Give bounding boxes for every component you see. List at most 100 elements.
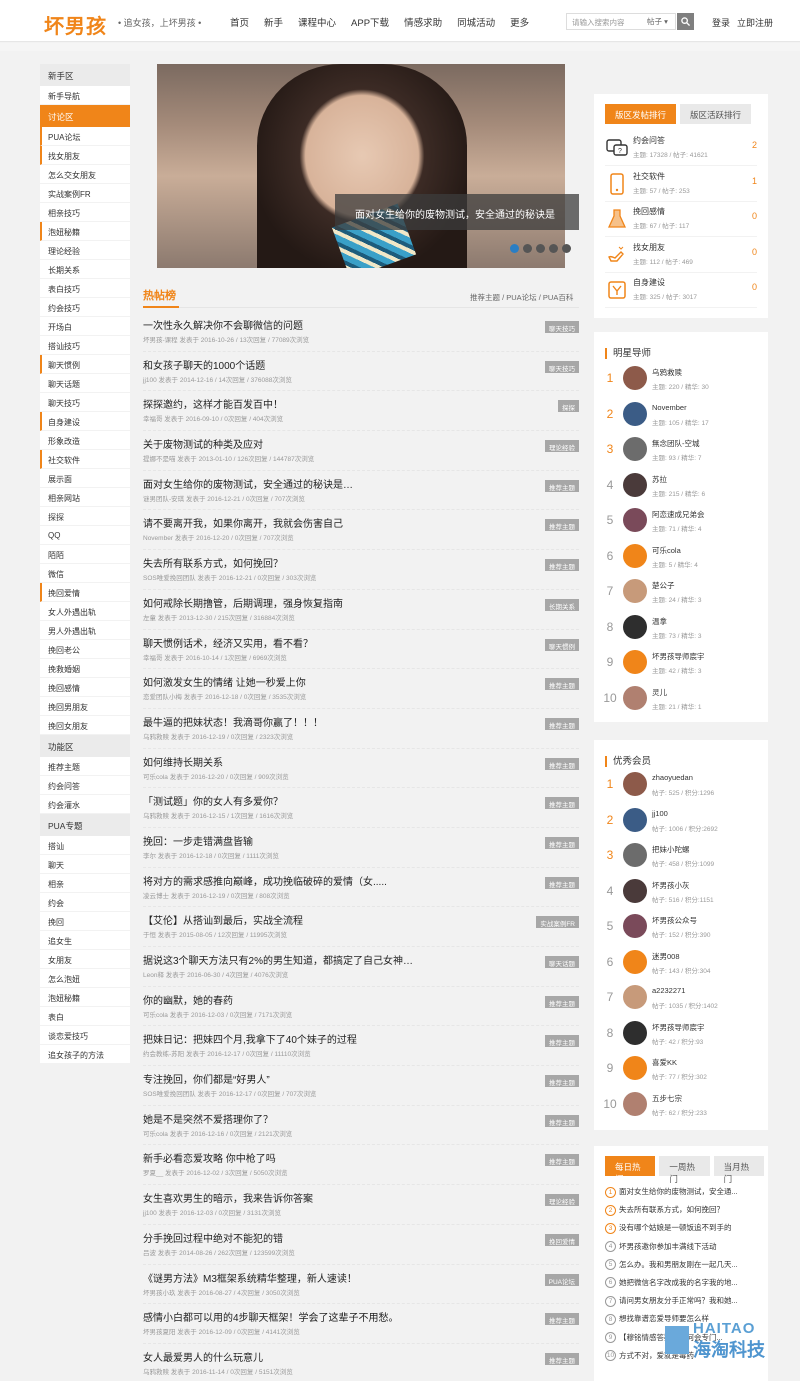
thread-title[interactable]: 面对女生给你的废物测试，安全通过的秘诀是… (143, 476, 353, 491)
thread-title[interactable]: 聊天惯例话术，经济又实用，看不看？ (143, 635, 313, 650)
sidebar-item[interactable]: 聊天 (40, 855, 130, 874)
sidebar-item[interactable]: 聊天技巧 (40, 393, 130, 412)
hot-item-title[interactable]: 她把微信名字改成我的名字我的地... (619, 1278, 738, 1287)
user-row[interactable]: 10 灵儿 主题: 21 / 精华: 1 (602, 682, 762, 718)
sidebar-item[interactable]: PUA论坛 (40, 127, 130, 146)
tab-daily-hot[interactable]: 每日热门 (605, 1156, 656, 1184)
thread-tag[interactable]: 推荐主题 (545, 1352, 579, 1365)
thread-tag[interactable]: 推荐主题 (545, 1035, 579, 1048)
user-name[interactable]: November (652, 403, 687, 412)
nav-help[interactable]: 情感求助 (404, 15, 442, 29)
sidebar-item[interactable]: 表白 (40, 1007, 130, 1026)
thread-title[interactable]: 她是不是突然不爱搭理你了？ (143, 1111, 273, 1126)
nav-newbie[interactable]: 新手 (264, 15, 283, 29)
sidebar-item[interactable]: 挽回 (40, 912, 130, 931)
sidebar-item[interactable]: 约会 (40, 893, 130, 912)
user-row[interactable]: 2 jj100 帖子: 1006 / 积分:2692 (602, 804, 762, 840)
thread-title[interactable]: 如何维持长期关系 (143, 754, 223, 769)
user-name[interactable]: 迷男008 (652, 951, 680, 962)
board-name[interactable]: 挽回感情 (633, 206, 665, 217)
user-name[interactable]: 五步七宗 (652, 1093, 682, 1104)
thread-title[interactable]: 女人最爱男人的什么玩意儿 (143, 1349, 263, 1364)
thread-title[interactable]: 请不要离开我，如果你离开，我就会伤害自己 (143, 515, 343, 530)
thread-tag[interactable]: 推荐主题 (545, 1154, 579, 1167)
thread-title[interactable]: 如何激发女生的情绪 让她一秒爱上你 (143, 674, 306, 689)
avatar[interactable] (623, 843, 647, 867)
user-row[interactable]: 4 苏拉 主题: 215 / 精华: 6 (602, 469, 762, 505)
user-name[interactable]: 楚公子 (652, 580, 675, 591)
sidebar-item[interactable]: 怎么泡妞 (40, 969, 130, 988)
user-row[interactable]: 3 把妹小陀螺 帖子: 458 / 积分:1099 (602, 839, 762, 875)
sidebar-item[interactable]: 泡妞秘籍 (40, 222, 130, 241)
user-name[interactable]: 灵儿 (652, 687, 667, 698)
thread-tag[interactable]: PUA论坛 (544, 1273, 579, 1286)
thread-tag[interactable]: 聊天惯例 (545, 638, 579, 651)
thread-tag[interactable]: 推荐主题 (545, 1075, 579, 1088)
thread-tag[interactable]: 推荐主题 (545, 1313, 579, 1326)
thread-tag[interactable]: 推荐主题 (545, 519, 579, 532)
user-name[interactable]: 温拿 (652, 616, 667, 627)
user-name[interactable]: 無念团队-空城 (652, 438, 700, 449)
hot-item-title[interactable]: 面对女生给你的废物测试，安全通... (619, 1187, 738, 1196)
user-name[interactable]: a2232271 (652, 986, 685, 995)
sidebar-item[interactable]: 开场白 (40, 317, 130, 336)
avatar[interactable] (623, 807, 647, 832)
avatar[interactable] (623, 366, 647, 390)
sidebar-item[interactable]: 追女生 (40, 931, 130, 950)
sidebar-item[interactable]: 展示面 (40, 469, 130, 488)
banner-image[interactable] (157, 64, 565, 268)
sidebar-item[interactable]: 微信 (40, 564, 130, 583)
user-name[interactable]: 苏拉 (652, 474, 667, 485)
avatar[interactable] (623, 579, 647, 603)
site-logo[interactable]: 坏男孩 (44, 10, 107, 39)
avatar[interactable] (623, 401, 647, 426)
board-name[interactable]: 社交软件 (633, 171, 665, 182)
thread-title[interactable]: 「测试题」你的女人有多爱你？ (143, 793, 283, 808)
avatar[interactable] (623, 437, 647, 461)
banner-dot[interactable] (510, 244, 519, 253)
nav-app[interactable]: APP下载 (351, 15, 389, 29)
sidebar-item[interactable]: 约会灌水 (40, 795, 130, 814)
thread-tag[interactable]: 理论经验 (545, 440, 579, 453)
board-name[interactable]: 找女朋友 (633, 242, 665, 253)
sidebar-item[interactable]: 表白技巧 (40, 279, 130, 298)
sidebar-item[interactable]: 搭讪 (40, 836, 130, 855)
user-row[interactable]: 5 阿恋速成兄弟会 主题: 71 / 精华: 4 (602, 504, 762, 540)
nav-events[interactable]: 同城活动 (457, 15, 495, 29)
thread-tag[interactable]: 推荐主题 (545, 559, 579, 572)
user-row[interactable]: 4 坏男孩小灰 帖子: 516 / 积分:1151 (602, 875, 762, 911)
sidebar-item[interactable]: 男人外遇出轨 (40, 621, 130, 640)
sidebar-item[interactable]: 推荐主题 (40, 757, 130, 776)
sidebar-item[interactable]: 陌陌 (40, 545, 130, 564)
thread-tag[interactable]: 挽回爱情 (545, 1233, 579, 1246)
thread-title[interactable]: 女生喜欢男生的暗示，我来告诉你答案 (143, 1190, 313, 1205)
sidebar-item[interactable]: 聊天惯例 (40, 355, 130, 374)
user-row[interactable]: 6 可乐cola 主题: 5 / 精华: 4 (602, 540, 762, 576)
thread-tag[interactable]: 聊天技巧 (545, 321, 579, 333)
sidebar-item[interactable]: 形象改造 (40, 431, 130, 450)
user-row[interactable]: 7 a2232271 帖子: 1035 / 积分:1402 (602, 981, 762, 1017)
thread-title[interactable]: 【艾伦】从搭讪到最后，实战全流程 (143, 912, 303, 927)
sidebar-item[interactable]: 约会问答 (40, 776, 130, 795)
user-name[interactable]: 坏男孩导师宸宇 (652, 1022, 705, 1033)
sidebar-item[interactable]: 女朋友 (40, 950, 130, 969)
sidebar-item[interactable]: 怎么交女朋友 (40, 165, 130, 184)
thread-title[interactable]: 据说这3个聊天方法只有2%的男生知道，都搞定了自己女神… (143, 952, 413, 967)
sidebar-section[interactable]: 讨论区 (40, 105, 130, 127)
banner-caption[interactable]: 面对女生给你的废物测试，安全通过的秘诀是 (335, 194, 579, 230)
thread-title[interactable]: 专注挽回，你们都是“好男人” (143, 1071, 270, 1086)
hot-list-item[interactable]: 5 怎么办。我和男朋友刚在一起几天... (605, 1259, 760, 1277)
hot-item-title[interactable]: 失去所有联系方式，如何挽回？ (619, 1205, 724, 1214)
thread-tag[interactable]: 实战案例FR (536, 916, 579, 929)
banner-dot[interactable] (523, 244, 532, 253)
thread-title[interactable]: 把妹日记：把妹四个月,我拿下了40个妹子的过程 (143, 1031, 357, 1046)
board-rank-row[interactable]: 社交软件 主题: 57 / 帖子: 253 1 (605, 168, 757, 202)
sidebar-item[interactable]: 新手导航 (40, 86, 130, 105)
user-name[interactable]: 坏男孩公众号 (652, 915, 697, 926)
user-row[interactable]: 7 楚公子 主题: 24 / 精华: 3 (602, 575, 762, 611)
thread-tag[interactable]: 推荐主题 (545, 678, 579, 691)
login-link[interactable]: 登录 (712, 16, 730, 29)
nav-courses[interactable]: 课程中心 (298, 15, 336, 29)
user-row[interactable]: 5 坏男孩公众号 帖子: 152 / 积分:390 (602, 910, 762, 946)
thread-title[interactable]: 失去所有联系方式，如何挽回？ (143, 555, 283, 570)
